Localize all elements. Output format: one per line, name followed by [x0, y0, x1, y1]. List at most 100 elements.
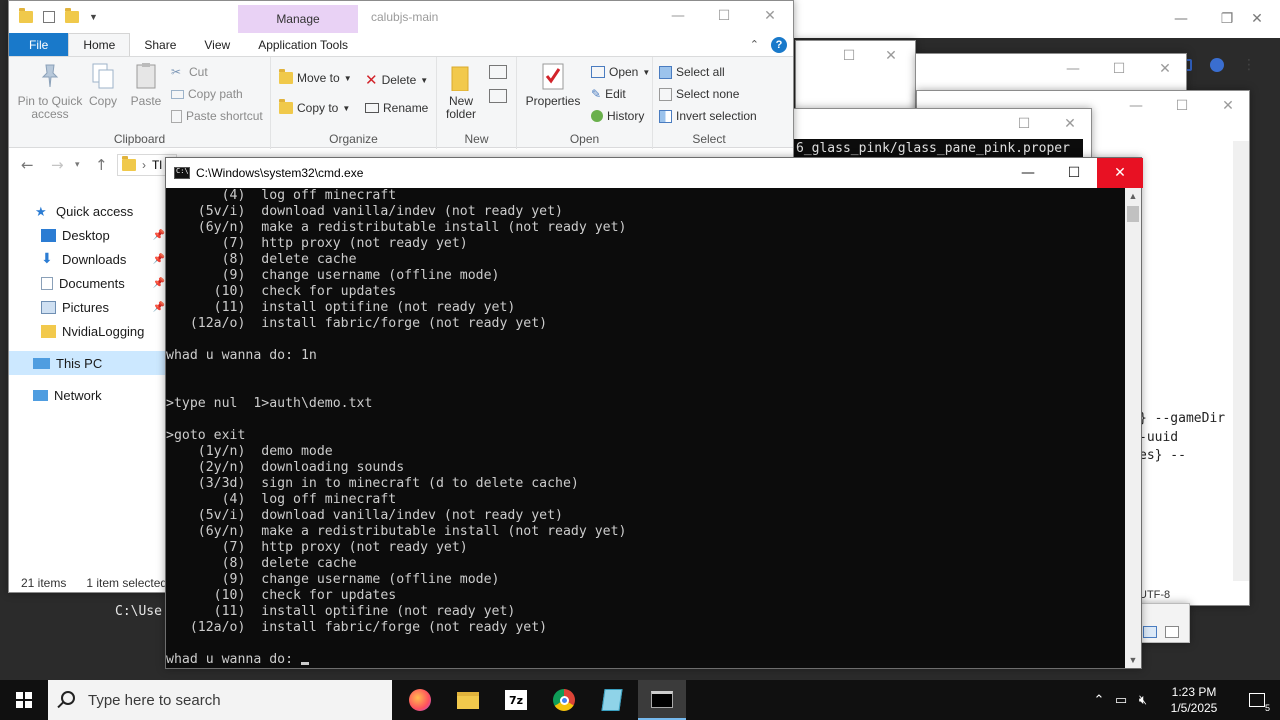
- close-button[interactable]: ✕: [1205, 91, 1251, 121]
- cmd-icon[interactable]: [174, 167, 190, 179]
- nav-item-desktop[interactable]: Desktop 📌: [9, 223, 169, 247]
- taskbar-notepad[interactable]: [588, 680, 636, 720]
- tab-manage[interactable]: Manage: [238, 5, 358, 33]
- scrollbar[interactable]: [1233, 141, 1249, 581]
- console-output[interactable]: (4) log off minecraft (5v/i) download va…: [166, 188, 1126, 668]
- clock[interactable]: 1:23 PM 1/5/2025: [1154, 684, 1234, 716]
- nav-item-network[interactable]: Network: [9, 383, 169, 407]
- help-icon[interactable]: ?: [771, 36, 787, 53]
- scrollbar[interactable]: ▲ ▼: [1125, 188, 1141, 668]
- collapse-ribbon-icon[interactable]: ⌃: [750, 38, 759, 51]
- pin-to-quick-access-button[interactable]: Pin to Quick access: [13, 61, 87, 121]
- taskbar-firefox[interactable]: [396, 680, 444, 720]
- edit-button[interactable]: ✎ Edit: [591, 87, 626, 101]
- back-arrow-icon[interactable]: ←: [21, 156, 34, 174]
- breadcrumb[interactable]: Tl: [152, 158, 162, 172]
- copy-button[interactable]: Copy: [87, 61, 119, 108]
- copy-path-button[interactable]: Copy path: [171, 87, 243, 101]
- chevron-up-icon[interactable]: ⌃: [1088, 680, 1110, 720]
- history-button[interactable]: History: [591, 109, 644, 123]
- tab-share[interactable]: Share: [130, 33, 190, 56]
- nav-item-pictures[interactable]: Pictures 📌: [9, 295, 169, 319]
- delete-button[interactable]: ✕ Delete ▼: [365, 71, 428, 89]
- cmd-titlebar[interactable]: C:\Windows\system32\cmd.exe — ☐ ✕: [166, 158, 1143, 188]
- scroll-down-icon[interactable]: ▼: [1125, 652, 1141, 668]
- taskbar-file-explorer[interactable]: [444, 680, 492, 720]
- console-line: (10) check for updates: [166, 284, 397, 299]
- paste-shortcut-icon: [171, 109, 182, 123]
- rename-button[interactable]: Rename: [365, 101, 428, 115]
- maximize-button[interactable]: ☐: [826, 41, 872, 71]
- easy-access-icon[interactable]: [489, 89, 507, 103]
- open-button[interactable]: Open ▼: [591, 65, 650, 79]
- properties-check-icon[interactable]: [43, 11, 55, 23]
- maximize-button[interactable]: ☐: [1051, 158, 1097, 188]
- chevron-down-icon[interactable]: ▼: [89, 12, 98, 22]
- firefox-icon: [409, 689, 431, 711]
- close-button[interactable]: ✕: [1097, 158, 1143, 188]
- start-button[interactable]: [0, 680, 48, 720]
- minimize-button[interactable]: —: [1005, 158, 1051, 188]
- organize-group: Move to ▼ Copy to ▼ ✕ Delete ▼ Rename Or…: [271, 57, 437, 149]
- search-box[interactable]: Type here to search: [48, 680, 392, 720]
- tab-home[interactable]: Home: [68, 33, 131, 56]
- console-line: (1y/n) demo mode: [166, 444, 333, 459]
- pin-icon[interactable]: 📌: [153, 230, 165, 241]
- nav-item-quick-access[interactable]: ★ Quick access: [9, 199, 169, 223]
- paste-shortcut-button[interactable]: Paste shortcut: [171, 109, 263, 123]
- invert-selection-button[interactable]: Invert selection: [659, 109, 757, 123]
- pin-icon[interactable]: 📌: [153, 254, 165, 265]
- notifications-button[interactable]: 5: [1234, 680, 1280, 720]
- close-button[interactable]: ✕: [1047, 109, 1093, 139]
- recent-locations-chevron-icon[interactable]: ▾: [75, 160, 80, 170]
- tab-file[interactable]: File: [9, 33, 69, 56]
- select-group: Select all Select none Invert selection …: [653, 57, 765, 149]
- nav-item-this-pc[interactable]: This PC: [9, 351, 169, 375]
- network-icon[interactable]: ▭: [1110, 680, 1132, 720]
- console-line: (5v/i) download vanilla/indev (not ready…: [166, 204, 563, 219]
- close-button[interactable]: ✕: [1142, 54, 1188, 84]
- nav-item-downloads[interactable]: ⬇ Downloads 📌: [9, 247, 169, 271]
- copy-to-button[interactable]: Copy to ▼: [279, 99, 350, 115]
- select-all-button[interactable]: Select all: [659, 65, 725, 79]
- nav-item-nvidialogging[interactable]: NvidiaLogging: [9, 319, 169, 343]
- minimize-button[interactable]: —: [1113, 91, 1159, 121]
- large-icons-view-icon[interactable]: [1165, 626, 1179, 638]
- minimize-button[interactable]: —: [1158, 4, 1204, 34]
- account-icon[interactable]: [1210, 58, 1224, 72]
- scrollbar-thumb[interactable]: [1127, 206, 1139, 222]
- tab-view[interactable]: View: [190, 33, 244, 56]
- maximize-button[interactable]: ☐: [701, 1, 747, 31]
- new-folder-icon[interactable]: [65, 8, 79, 23]
- menu-icon[interactable]: ⋮: [1242, 57, 1256, 73]
- select-none-button[interactable]: Select none: [659, 87, 739, 101]
- cut-button[interactable]: ✂ Cut: [171, 65, 208, 79]
- pin-icon[interactable]: 📌: [153, 278, 165, 289]
- maximize-button[interactable]: ☐: [1096, 54, 1142, 84]
- paste-button[interactable]: Paste: [127, 61, 165, 108]
- minimize-button[interactable]: —: [1050, 54, 1096, 84]
- move-to-button[interactable]: Move to ▼: [279, 69, 352, 85]
- folder-icon: [19, 8, 33, 23]
- new-item-icon[interactable]: [489, 65, 507, 79]
- taskbar-cmd[interactable]: [638, 680, 686, 720]
- maximize-button[interactable]: ☐: [1001, 109, 1047, 139]
- minimize-button[interactable]: —: [655, 1, 701, 31]
- tab-application-tools[interactable]: Application Tools: [244, 33, 362, 56]
- details-view-icon[interactable]: [1143, 626, 1157, 638]
- taskbar-chrome[interactable]: [540, 680, 588, 720]
- up-arrow-icon[interactable]: ↑: [95, 156, 108, 174]
- maximize-button[interactable]: ☐: [1159, 91, 1205, 121]
- volume-muted-icon[interactable]: 🔇︎: [1132, 680, 1154, 720]
- close-button[interactable]: ✕: [868, 41, 914, 71]
- scroll-up-icon[interactable]: ▲: [1125, 188, 1141, 204]
- properties-button[interactable]: Properties: [523, 61, 583, 108]
- pin-icon[interactable]: 📌: [153, 302, 165, 313]
- close-button[interactable]: ✕: [747, 1, 793, 31]
- new-folder-button[interactable]: New folder: [443, 61, 479, 121]
- nav-item-documents[interactable]: Documents 📌: [9, 271, 169, 295]
- taskbar-7zip[interactable]: 7z: [492, 680, 540, 720]
- close-button[interactable]: ✕: [1234, 4, 1280, 34]
- forward-arrow-icon[interactable]: →: [51, 156, 64, 174]
